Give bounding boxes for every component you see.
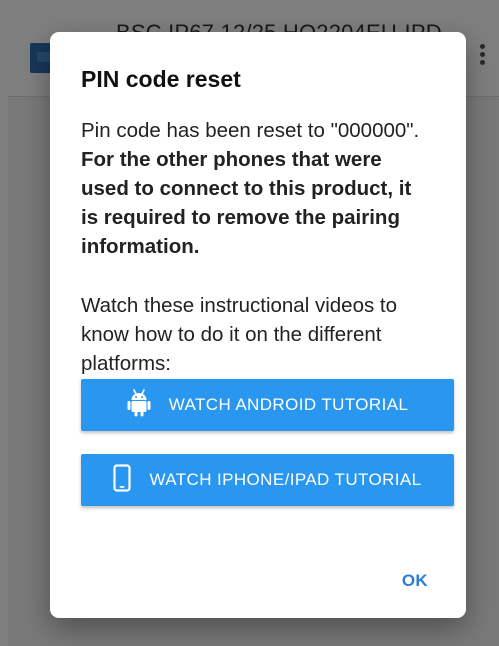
android-button-label: WATCH ANDROID TUTORIAL	[168, 395, 409, 414]
watch-iphone-tutorial-button[interactable]: WATCH IPHONE/IPAD TUTORIAL	[81, 454, 454, 506]
ok-button[interactable]: OK	[402, 571, 428, 591]
iphone-button-label: WATCH IPHONE/IPAD TUTORIAL	[149, 470, 422, 489]
pin-reset-dialog: PIN code reset Pin code has been reset t…	[50, 32, 466, 618]
watch-android-tutorial-button[interactable]: WATCH ANDROID TUTORIAL	[81, 379, 454, 431]
smartphone-icon	[113, 463, 132, 497]
instructions-message: Watch these instructional videos to know…	[81, 294, 398, 375]
dialog-body: Pin code has been reset to "000000". For…	[81, 116, 431, 378]
dialog-title: PIN code reset	[81, 66, 241, 92]
pairing-warning: For the other phones that were used to c…	[81, 148, 412, 258]
reset-message: Pin code has been reset to "000000".	[81, 119, 420, 142]
android-icon	[127, 388, 151, 422]
